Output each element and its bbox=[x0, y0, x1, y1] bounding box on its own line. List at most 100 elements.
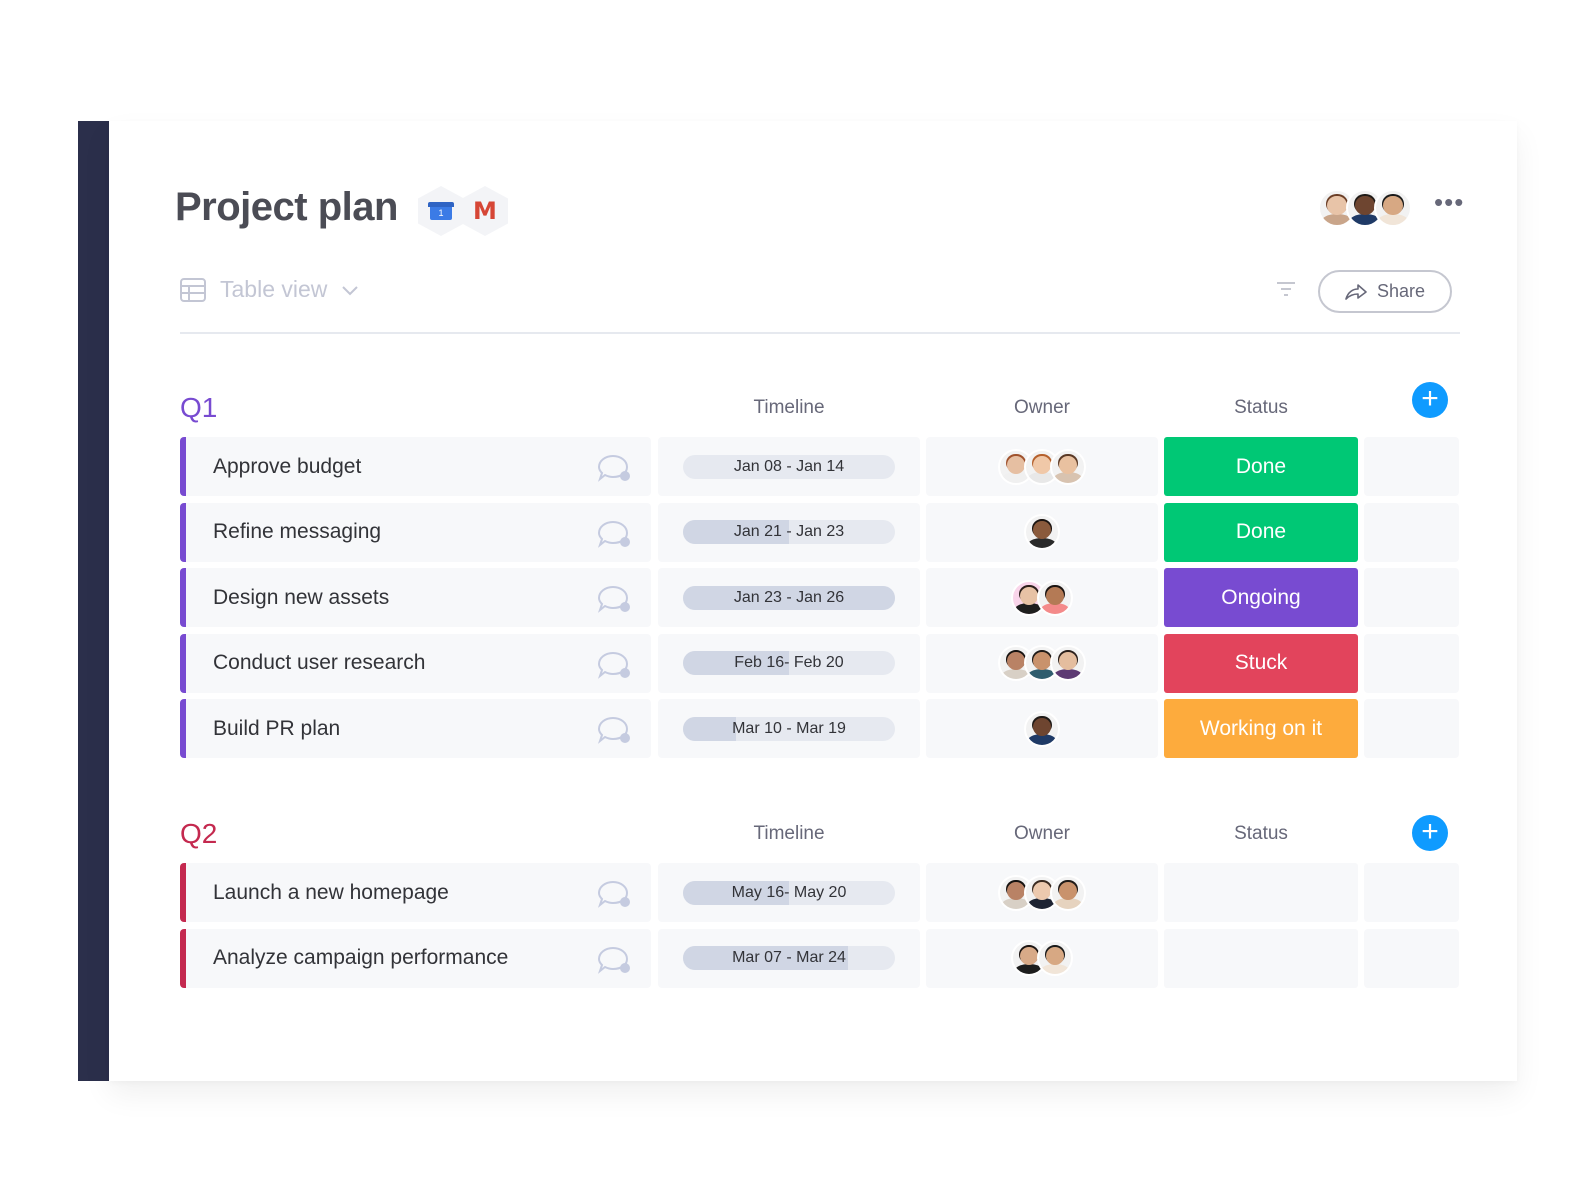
timeline-text: Jan 08 - Jan 14 bbox=[733, 457, 845, 475]
timeline-pill[interactable]: Jan 23 - Jan 26 bbox=[683, 585, 895, 610]
timeline-pill[interactable]: Jan 08 - Jan 14 bbox=[683, 454, 895, 479]
column-header-owner[interactable]: Owner bbox=[926, 823, 1158, 845]
timeline-pill[interactable]: Mar 07 - Mar 24 bbox=[683, 946, 895, 970]
status-badge[interactable]: Done bbox=[1164, 437, 1358, 496]
timeline-text: Jan 23 - Jan 26 bbox=[733, 588, 845, 606]
status-badge[interactable]: Ongoing bbox=[1164, 568, 1358, 627]
column-header-timeline[interactable]: Timeline bbox=[658, 823, 920, 845]
owner-cell[interactable] bbox=[926, 863, 1158, 922]
owner-avatar[interactable] bbox=[1050, 645, 1086, 681]
task-name[interactable]: Conduct user research bbox=[213, 651, 425, 675]
timeline-pill[interactable]: Jan 21 - Jan 23 bbox=[683, 520, 895, 544]
avatar-face bbox=[1046, 586, 1064, 605]
member-avatar[interactable] bbox=[1374, 189, 1412, 227]
comment-icon[interactable] bbox=[597, 651, 631, 679]
task-name[interactable]: Build PR plan bbox=[213, 717, 340, 741]
avatar-face bbox=[1059, 881, 1077, 900]
empty-cell[interactable] bbox=[1364, 863, 1459, 922]
column-header-status[interactable]: Status bbox=[1164, 823, 1358, 845]
owner-cell[interactable] bbox=[926, 568, 1158, 627]
timeline-pill[interactable]: May 16- May 20 bbox=[683, 880, 895, 905]
task-name[interactable]: Launch a new homepage bbox=[213, 881, 449, 905]
board-members[interactable] bbox=[1318, 189, 1412, 227]
comment-icon[interactable] bbox=[597, 585, 631, 613]
owner-cell[interactable] bbox=[926, 437, 1158, 496]
task-cell[interactable]: Build PR plan bbox=[180, 699, 651, 758]
timeline-pill[interactable]: Feb 16- Feb 20 bbox=[683, 651, 895, 675]
timeline-cell[interactable]: Jan 23 - Jan 26 bbox=[658, 568, 920, 627]
task-name[interactable]: Analyze campaign performance bbox=[213, 946, 508, 970]
table-row[interactable]: Approve budget Jan 08 - Jan 14 Done bbox=[180, 437, 1459, 496]
comment-icon[interactable] bbox=[597, 946, 631, 974]
task-name[interactable]: Approve budget bbox=[213, 455, 361, 479]
group-title[interactable]: Q1 bbox=[180, 392, 217, 424]
empty-cell[interactable] bbox=[1364, 699, 1459, 758]
owner-cell[interactable] bbox=[926, 699, 1158, 758]
group-title[interactable]: Q2 bbox=[180, 818, 217, 850]
status-badge[interactable]: Stuck bbox=[1164, 633, 1358, 693]
view-label: Table view bbox=[220, 276, 328, 302]
avatar-face bbox=[1033, 652, 1051, 671]
add-column-button[interactable]: + bbox=[1412, 382, 1448, 418]
comment-icon[interactable] bbox=[597, 716, 631, 744]
task-name[interactable]: Refine messaging bbox=[213, 520, 381, 544]
filter-icon[interactable] bbox=[1276, 281, 1296, 297]
owner-avatar[interactable] bbox=[1050, 448, 1086, 485]
more-options-icon[interactable]: ••• bbox=[1434, 189, 1464, 215]
avatar-face bbox=[1033, 455, 1051, 474]
gmail-icon: M bbox=[473, 197, 497, 225]
column-header-owner[interactable]: Owner bbox=[926, 397, 1158, 419]
comment-icon[interactable] bbox=[597, 520, 631, 548]
column-header-timeline[interactable]: Timeline bbox=[658, 397, 920, 419]
status-badge[interactable] bbox=[1164, 863, 1358, 922]
avatar-face bbox=[1007, 455, 1025, 474]
timeline-cell[interactable]: May 16- May 20 bbox=[658, 863, 920, 922]
task-cell[interactable]: Analyze campaign performance bbox=[180, 928, 651, 988]
timeline-cell[interactable]: Feb 16- Feb 20 bbox=[658, 633, 920, 693]
timeline-text: Feb 16- Feb 20 bbox=[734, 654, 844, 671]
avatar-face bbox=[1007, 652, 1025, 671]
task-cell[interactable]: Design new assets bbox=[180, 568, 651, 627]
empty-cell[interactable] bbox=[1364, 568, 1459, 627]
timeline-pill[interactable]: Mar 10 - Mar 19 bbox=[683, 716, 895, 741]
add-column-button[interactable]: + bbox=[1412, 815, 1448, 851]
timeline-cell[interactable]: Jan 08 - Jan 14 bbox=[658, 437, 920, 496]
task-name[interactable]: Design new assets bbox=[213, 586, 389, 610]
table-row[interactable]: Conduct user research Feb 16- Feb 20 Stuck bbox=[180, 633, 1459, 693]
task-cell[interactable]: Refine messaging bbox=[180, 502, 651, 562]
timeline-cell[interactable]: Mar 07 - Mar 24 bbox=[658, 928, 920, 988]
column-header-status[interactable]: Status bbox=[1164, 397, 1358, 419]
empty-cell[interactable] bbox=[1364, 633, 1459, 693]
owner-avatar[interactable] bbox=[1024, 514, 1060, 550]
timeline-cell[interactable]: Mar 10 - Mar 19 bbox=[658, 699, 920, 758]
avatar-body bbox=[1377, 214, 1409, 225]
table-row[interactable]: Launch a new homepage May 16- May 20 bbox=[180, 863, 1459, 922]
table-row[interactable]: Design new assets Jan 23 - Jan 26 Ongoing bbox=[180, 568, 1459, 627]
empty-cell[interactable] bbox=[1364, 502, 1459, 562]
owner-avatar[interactable] bbox=[1050, 874, 1086, 911]
avatar-face bbox=[1059, 652, 1077, 671]
owner-cell[interactable] bbox=[926, 928, 1158, 988]
empty-cell[interactable] bbox=[1364, 928, 1459, 988]
task-cell[interactable]: Launch a new homepage bbox=[180, 863, 651, 922]
status-badge[interactable] bbox=[1164, 928, 1358, 988]
timeline-cell[interactable]: Jan 21 - Jan 23 bbox=[658, 502, 920, 562]
empty-cell[interactable] bbox=[1364, 437, 1459, 496]
share-button[interactable]: Share bbox=[1318, 270, 1452, 313]
owner-avatar[interactable] bbox=[1037, 579, 1073, 616]
avatar-face bbox=[1059, 455, 1077, 474]
owner-avatar[interactable] bbox=[1037, 940, 1073, 976]
table-row[interactable]: Analyze campaign performance Mar 07 - Mar… bbox=[180, 928, 1459, 988]
owner-cell[interactable] bbox=[926, 502, 1158, 562]
status-badge[interactable]: Working on it bbox=[1164, 699, 1358, 758]
owner-avatar[interactable] bbox=[1024, 710, 1060, 747]
comment-icon[interactable] bbox=[597, 454, 631, 482]
status-badge[interactable]: Done bbox=[1164, 502, 1358, 562]
task-cell[interactable]: Approve budget bbox=[180, 437, 651, 496]
table-row[interactable]: Build PR plan Mar 10 - Mar 19 Working on i… bbox=[180, 699, 1459, 758]
view-selector[interactable]: Table view bbox=[180, 276, 359, 303]
table-row[interactable]: Refine messaging Jan 21 - Jan 23 Done bbox=[180, 502, 1459, 562]
owner-cell[interactable] bbox=[926, 633, 1158, 693]
comment-icon[interactable] bbox=[597, 880, 631, 908]
task-cell[interactable]: Conduct user research bbox=[180, 633, 651, 693]
